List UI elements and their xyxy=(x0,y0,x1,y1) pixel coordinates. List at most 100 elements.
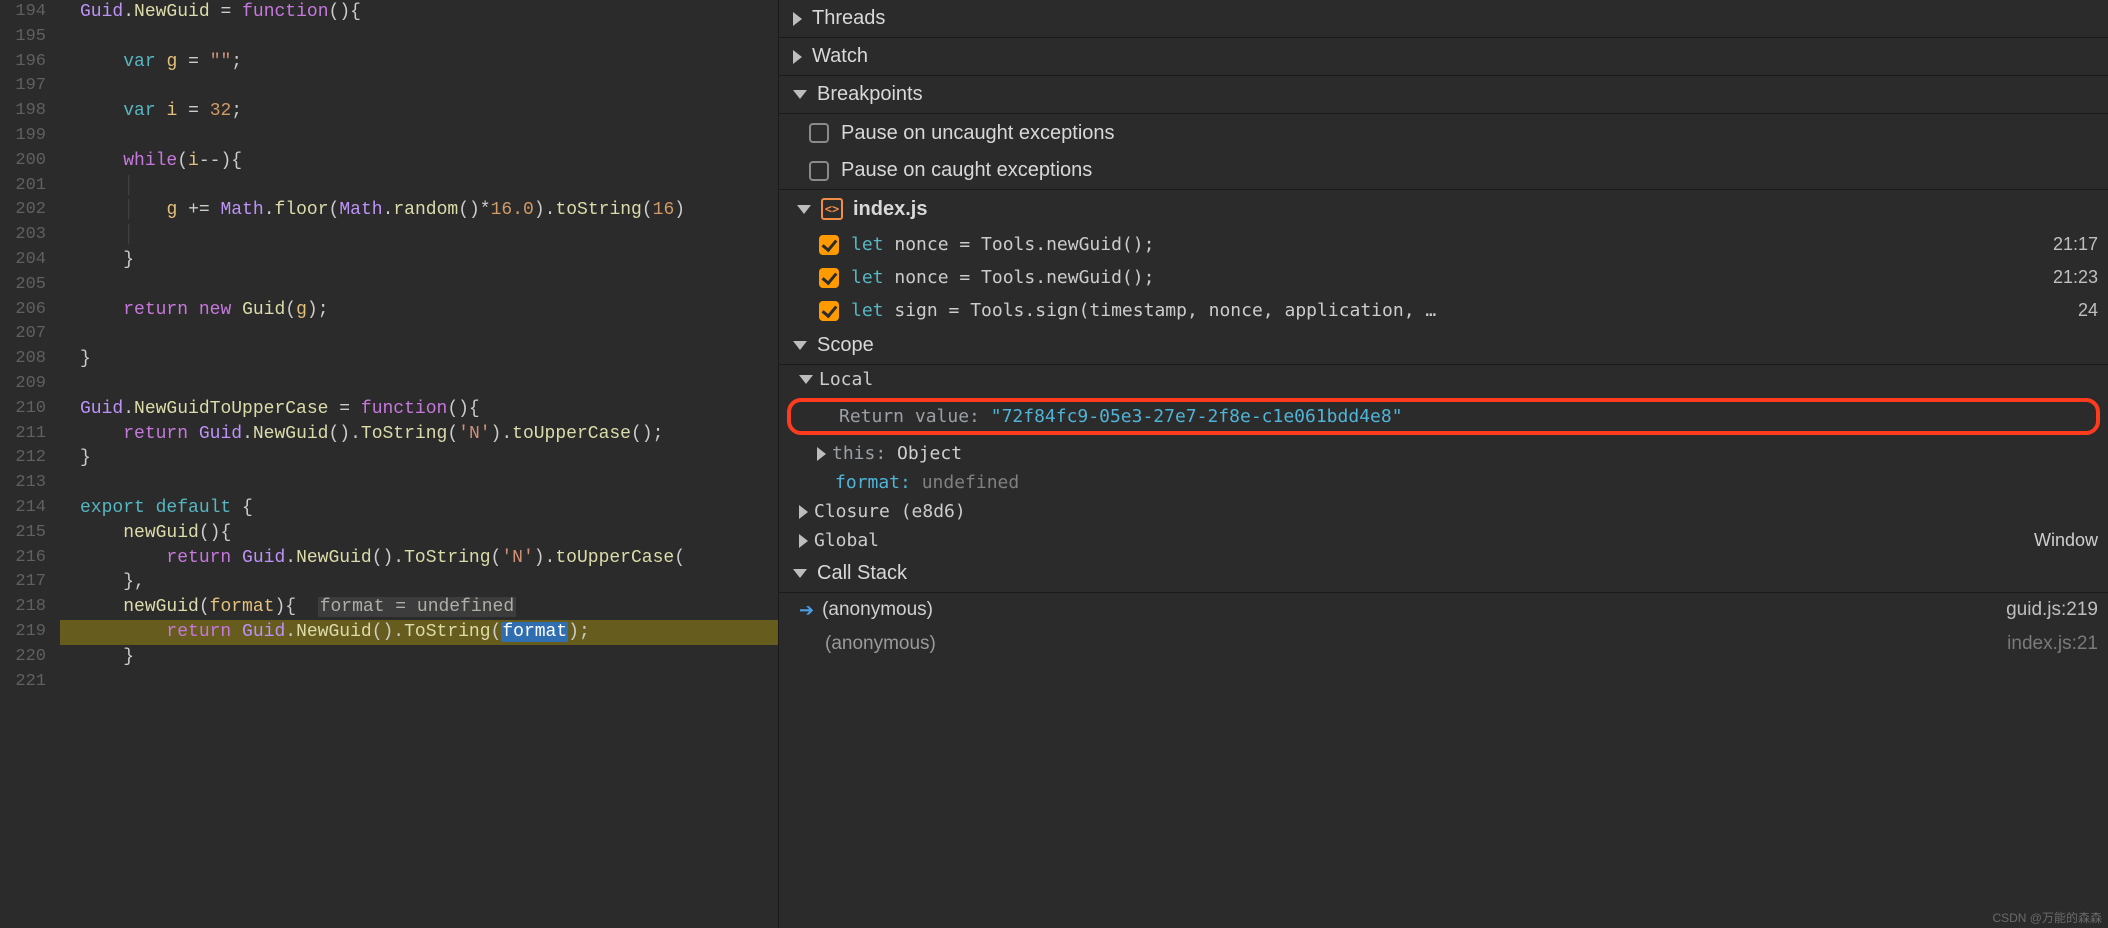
checkbox-icon[interactable] xyxy=(809,161,829,181)
chevron-right-icon xyxy=(799,534,808,548)
line-number: 205 xyxy=(0,273,46,298)
code-line[interactable] xyxy=(60,273,778,298)
code-line[interactable]: var i = 32; xyxy=(60,99,778,124)
code-line[interactable]: return Guid.NewGuid().ToString('N').toUp… xyxy=(60,546,778,571)
bp-file-row[interactable]: <> index.js xyxy=(779,190,2108,228)
code-line[interactable] xyxy=(60,471,778,496)
highlight-annotation: Return value: "72f84fc9-05e3-27e7-2f8e-c… xyxy=(787,398,2100,435)
code-line[interactable] xyxy=(60,670,778,695)
code-line[interactable]: var g = ""; xyxy=(60,50,778,75)
code-line[interactable]: return new Guid(g); xyxy=(60,298,778,323)
code-editor[interactable]: 1941951961971981992002012022032042052062… xyxy=(0,0,778,928)
scope-format[interactable]: format: undefined xyxy=(779,468,2108,497)
scope-key: this: xyxy=(832,443,886,464)
line-number: 199 xyxy=(0,124,46,149)
scope-return-value[interactable]: Return value: "72f84fc9-05e3-27e7-2f8e-c… xyxy=(791,402,2096,431)
scope-label: Closure (e8d6) xyxy=(814,501,966,522)
line-number: 195 xyxy=(0,25,46,50)
line-number: 206 xyxy=(0,298,46,323)
chevron-down-icon xyxy=(793,569,807,578)
line-number: 196 xyxy=(0,50,46,75)
code-line[interactable]: }, xyxy=(60,570,778,595)
bp-file-name: index.js xyxy=(853,198,927,221)
line-number: 212 xyxy=(0,446,46,471)
chevron-down-icon xyxy=(793,90,807,99)
line-number: 207 xyxy=(0,322,46,347)
code-line[interactable]: Guid.NewGuid = function(){ xyxy=(60,0,778,25)
scope-closure[interactable]: Closure (e8d6) xyxy=(779,497,2108,526)
watermark: CSDN @万能的森森 xyxy=(1992,909,2102,926)
line-number: 215 xyxy=(0,521,46,546)
breakpoint-item[interactable]: let nonce = Tools.newGuid();21:17 xyxy=(779,228,2108,261)
scope-this[interactable]: this: Object xyxy=(779,439,2108,468)
code-line[interactable]: │ xyxy=(60,223,778,248)
line-number: 216 xyxy=(0,546,46,571)
callstack-frame[interactable]: (anonymous) index.js:21 xyxy=(779,627,2108,661)
section-label: Scope xyxy=(817,334,874,357)
code-line[interactable]: while(i--){ xyxy=(60,149,778,174)
line-number: 198 xyxy=(0,99,46,124)
frame-label: (anonymous) xyxy=(825,633,936,655)
section-threads[interactable]: Threads xyxy=(779,0,2108,38)
frame-location: index.js:21 xyxy=(2007,633,2098,655)
section-callstack[interactable]: Call Stack xyxy=(779,555,2108,593)
bp-option-label: Pause on uncaught exceptions xyxy=(841,122,1115,145)
code-line[interactable]: return Guid.NewGuid().ToString(format); xyxy=(60,620,778,645)
code-line[interactable]: │ xyxy=(60,174,778,199)
breakpoint-item[interactable]: let sign = Tools.sign(timestamp, nonce, … xyxy=(779,294,2108,327)
code-line[interactable] xyxy=(60,124,778,149)
code-area[interactable]: Guid.NewGuid = function(){ var g = ""; v… xyxy=(60,0,778,928)
callstack-frame[interactable]: ➔(anonymous)guid.js:219 xyxy=(779,593,2108,627)
scope-local[interactable]: Local xyxy=(779,365,2108,394)
scope-label: Local xyxy=(819,369,873,390)
line-number: 202 xyxy=(0,198,46,223)
breakpoint-item[interactable]: let nonce = Tools.newGuid();21:23 xyxy=(779,261,2108,294)
code-line[interactable]: return Guid.NewGuid().ToString('N').toUp… xyxy=(60,422,778,447)
section-label: Threads xyxy=(812,7,885,30)
checkbox-icon[interactable] xyxy=(819,268,839,288)
bp-option-uncaught[interactable]: Pause on uncaught exceptions xyxy=(779,114,2108,152)
chevron-down-icon xyxy=(797,205,811,214)
line-number: 221 xyxy=(0,670,46,695)
js-file-icon: <> xyxy=(821,198,843,220)
frame-location: guid.js:219 xyxy=(2006,599,2098,621)
code-line[interactable]: │ g += Math.floor(Math.random()*16.0).to… xyxy=(60,198,778,223)
checkbox-icon[interactable] xyxy=(809,123,829,143)
chevron-right-icon xyxy=(817,447,826,461)
section-scope[interactable]: Scope xyxy=(779,327,2108,365)
code-line[interactable]: export default { xyxy=(60,496,778,521)
code-line[interactable] xyxy=(60,74,778,99)
line-number: 210 xyxy=(0,397,46,422)
frame-label: (anonymous) xyxy=(822,599,933,621)
line-number: 214 xyxy=(0,496,46,521)
line-number: 217 xyxy=(0,570,46,595)
breakpoint-code: let sign = Tools.sign(timestamp, nonce, … xyxy=(851,300,1436,321)
breakpoint-location: 24 xyxy=(2078,300,2098,321)
checkbox-icon[interactable] xyxy=(819,235,839,255)
code-line[interactable]: Guid.NewGuidToUpperCase = function(){ xyxy=(60,397,778,422)
code-line[interactable] xyxy=(60,25,778,50)
section-label: Breakpoints xyxy=(817,83,923,106)
section-watch[interactable]: Watch xyxy=(779,38,2108,76)
line-number: 211 xyxy=(0,422,46,447)
code-line[interactable]: } xyxy=(60,446,778,471)
code-line[interactable]: } xyxy=(60,347,778,372)
line-number: 203 xyxy=(0,223,46,248)
chevron-right-icon xyxy=(793,12,802,26)
code-line[interactable] xyxy=(60,322,778,347)
code-line[interactable]: newGuid(){ xyxy=(60,521,778,546)
bp-option-caught[interactable]: Pause on caught exceptions xyxy=(779,152,2108,190)
chevron-right-icon xyxy=(799,505,808,519)
code-line[interactable] xyxy=(60,372,778,397)
callstack-list: ➔(anonymous)guid.js:219(anonymous)index.… xyxy=(779,593,2108,661)
line-number: 197 xyxy=(0,74,46,99)
line-number: 208 xyxy=(0,347,46,372)
line-number: 219 xyxy=(0,620,46,645)
code-line[interactable]: } xyxy=(60,248,778,273)
scope-global[interactable]: Global Window xyxy=(779,526,2108,555)
section-breakpoints[interactable]: Breakpoints xyxy=(779,76,2108,114)
code-line[interactable]: newGuid(format){ format = undefined xyxy=(60,595,778,620)
checkbox-icon[interactable] xyxy=(819,301,839,321)
section-label: Watch xyxy=(812,45,868,68)
code-line[interactable]: } xyxy=(60,645,778,670)
